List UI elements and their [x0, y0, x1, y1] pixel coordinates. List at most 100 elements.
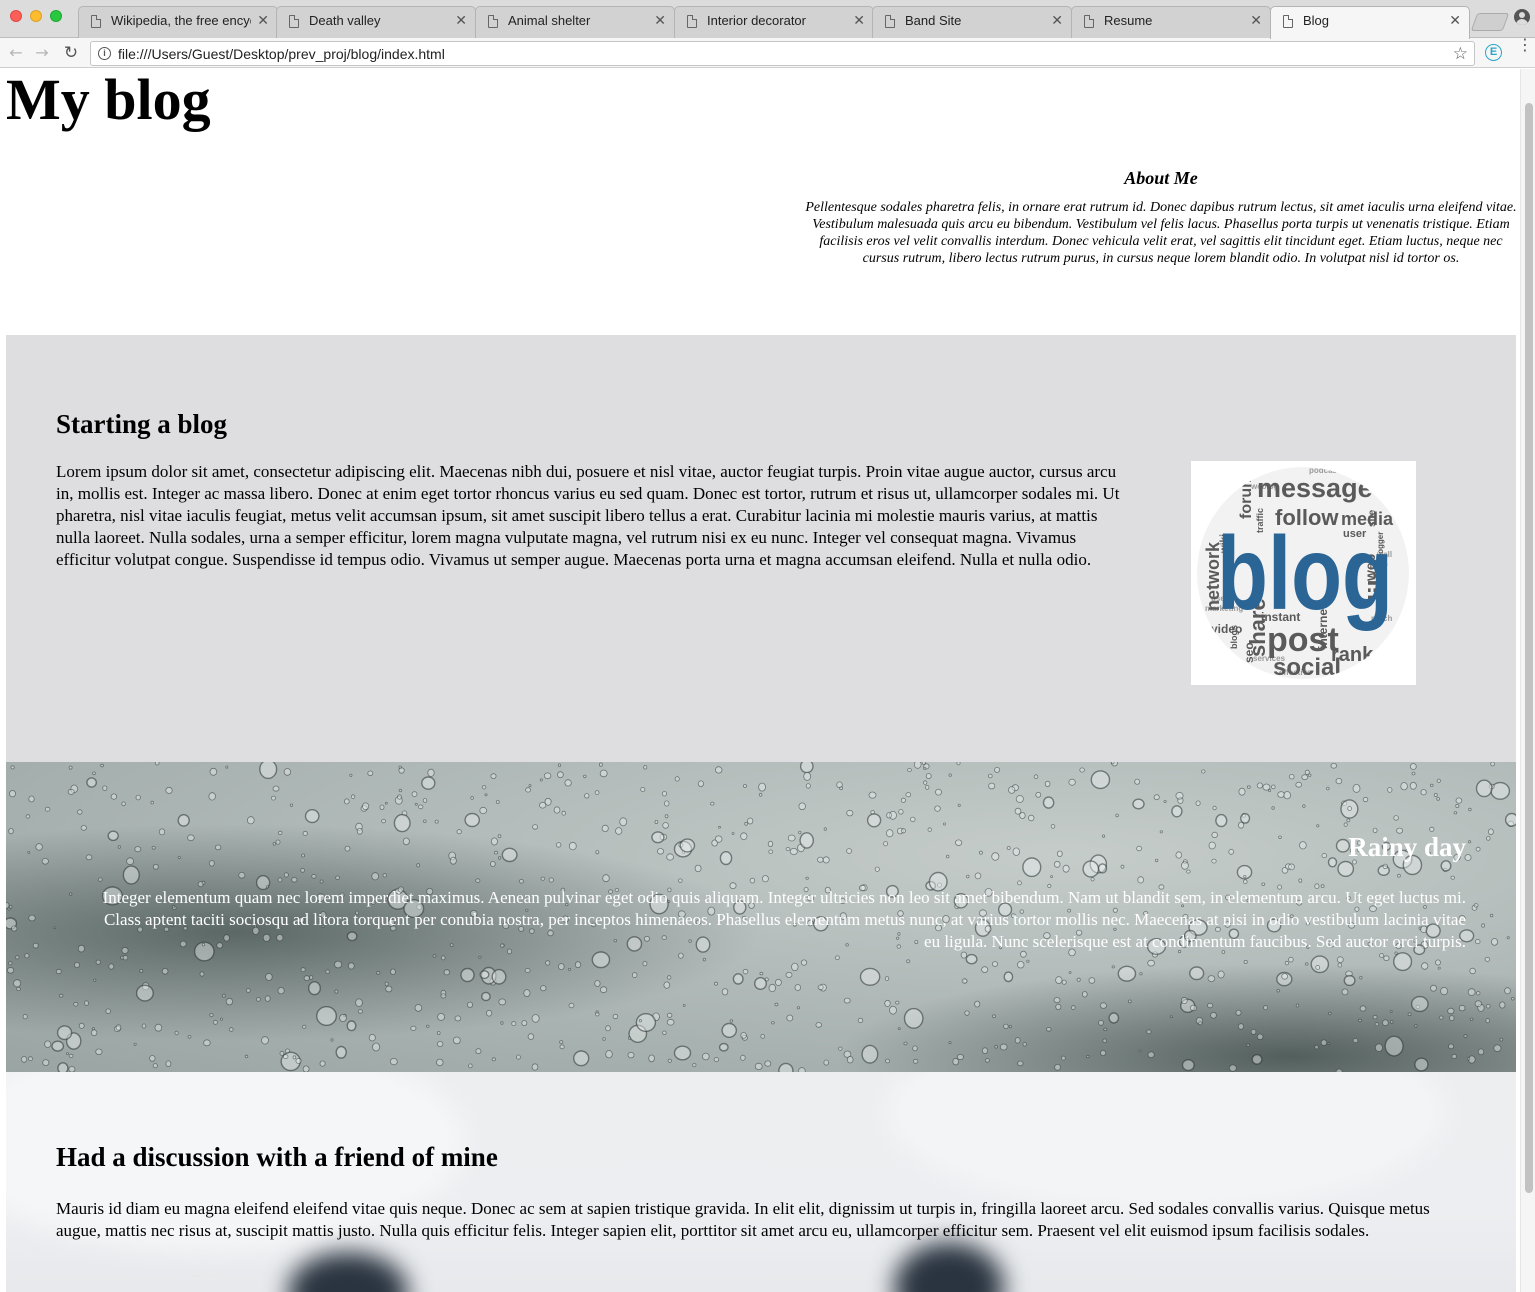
raindrop: [985, 1058, 990, 1063]
raindrop: [308, 981, 322, 996]
raindrop: [151, 846, 156, 850]
raindrop: [789, 848, 798, 856]
raindrop: [1409, 781, 1417, 790]
forward-arrow-icon[interactable]: →: [32, 43, 52, 63]
raindrop: [149, 1055, 156, 1062]
raindrop: [1347, 806, 1352, 811]
raindrop: [10, 925, 18, 932]
close-icon[interactable]: ✕: [1449, 12, 1461, 28]
raindrop: [225, 765, 229, 769]
raindrop: [203, 1039, 211, 1047]
profile-icon[interactable]: [1514, 9, 1530, 25]
raindrop: [1120, 864, 1125, 869]
raindrop: [1475, 846, 1481, 852]
raindrop: [798, 830, 802, 835]
raindrop: [815, 1022, 822, 1028]
close-icon[interactable]: ✕: [654, 12, 666, 28]
raindrop: [1506, 936, 1510, 940]
raindrop: [55, 968, 62, 975]
raindrop: [666, 975, 672, 980]
raindrop: [1346, 818, 1351, 823]
close-icon[interactable]: ✕: [853, 12, 865, 28]
raindrop: [466, 1001, 473, 1008]
tab-death-valley[interactable]: Death valley ✕: [276, 6, 476, 38]
tab-animal-shelter[interactable]: Animal shelter ✕: [475, 6, 675, 38]
raindrop: [154, 1023, 163, 1032]
raindrop: [1068, 971, 1072, 974]
raindrop: [279, 1050, 285, 1056]
bookmark-star-icon[interactable]: ☆: [1453, 44, 1468, 64]
raindrop: [1314, 1044, 1319, 1050]
raindrop: [1327, 857, 1338, 868]
post-text: Mauris id diam eu magna eleifend eleifen…: [56, 1199, 1430, 1240]
raindrop: [662, 791, 668, 797]
raindrop: [28, 914, 36, 922]
page-scrollbar[interactable]: [1520, 69, 1535, 1292]
raindrop: [154, 762, 160, 766]
raindrop: [1117, 965, 1137, 982]
reload-icon[interactable]: ↻: [61, 43, 81, 63]
raindrop: [35, 843, 43, 851]
raindrop: [1056, 850, 1063, 857]
scrollbar-thumb[interactable]: [1525, 103, 1533, 1193]
back-arrow-icon[interactable]: ←: [6, 43, 26, 63]
close-window-button[interactable]: [10, 10, 22, 22]
raindrop: [673, 1045, 692, 1061]
raindrop: [758, 782, 766, 792]
raindrop: [1186, 869, 1191, 874]
raindrop: [95, 959, 101, 965]
maximize-window-button[interactable]: [50, 10, 62, 22]
raindrop: [141, 1023, 147, 1029]
raindrop: [302, 1024, 307, 1029]
raindrop: [384, 801, 388, 805]
extension-icon[interactable]: E: [1485, 44, 1502, 61]
tab-resume[interactable]: Resume ✕: [1071, 6, 1271, 38]
url-text[interactable]: file:///Users/Guest/Desktop/prev_proj/bl…: [118, 46, 445, 62]
raindrop: [1044, 780, 1051, 787]
raindrop: [238, 872, 246, 879]
raindrop: [740, 832, 748, 840]
raindrop: [385, 985, 393, 993]
raindrop: [270, 795, 276, 801]
raindrop: [330, 1038, 334, 1042]
raindrop: [925, 784, 930, 790]
tab-wikipedia[interactable]: Wikipedia, the free encyc ✕: [78, 6, 278, 38]
raindrop: [822, 856, 830, 864]
raindrop: [135, 984, 154, 1002]
raindrop: [946, 854, 950, 859]
raindrop: [555, 842, 562, 848]
raindrop: [791, 962, 799, 972]
raindrop: [22, 1013, 28, 1020]
raindrop: [545, 960, 551, 966]
document-icon: [1084, 15, 1094, 28]
close-icon[interactable]: ✕: [455, 12, 467, 28]
raindrop: [1382, 863, 1388, 870]
close-icon[interactable]: ✕: [257, 12, 269, 28]
raindrop: [80, 825, 87, 831]
info-icon[interactable]: i: [98, 47, 111, 60]
raindrop: [1458, 1004, 1466, 1012]
raindrop: [1392, 952, 1413, 972]
raindrop: [1181, 861, 1189, 870]
more-menu-icon[interactable]: ⋮: [1517, 37, 1533, 62]
raindrop: [1352, 783, 1361, 793]
raindrop: [1358, 1018, 1362, 1023]
tab-interior-decorator[interactable]: Interior decorator ✕: [674, 6, 874, 38]
address-bar[interactable]: i file:///Users/Guest/Desktop/prev_proj/…: [90, 41, 1475, 66]
raindrop: [1475, 991, 1481, 996]
raindrop: [925, 773, 932, 780]
close-icon[interactable]: ✕: [1051, 12, 1063, 28]
raindrop: [1211, 858, 1217, 864]
tab-blog[interactable]: Blog ✕: [1270, 6, 1470, 39]
new-tab-button[interactable]: [1470, 13, 1510, 31]
raindrop: [1246, 785, 1251, 789]
raindrop: [1295, 781, 1302, 788]
raindrop: [443, 969, 450, 976]
tab-band-site[interactable]: Band Site ✕: [872, 6, 1072, 38]
raindrop: [1362, 796, 1369, 803]
raindrop: [1201, 769, 1206, 774]
raindrop: [480, 991, 491, 1002]
minimize-window-button[interactable]: [30, 10, 42, 22]
raindrop: [835, 955, 840, 961]
close-icon[interactable]: ✕: [1250, 12, 1262, 28]
